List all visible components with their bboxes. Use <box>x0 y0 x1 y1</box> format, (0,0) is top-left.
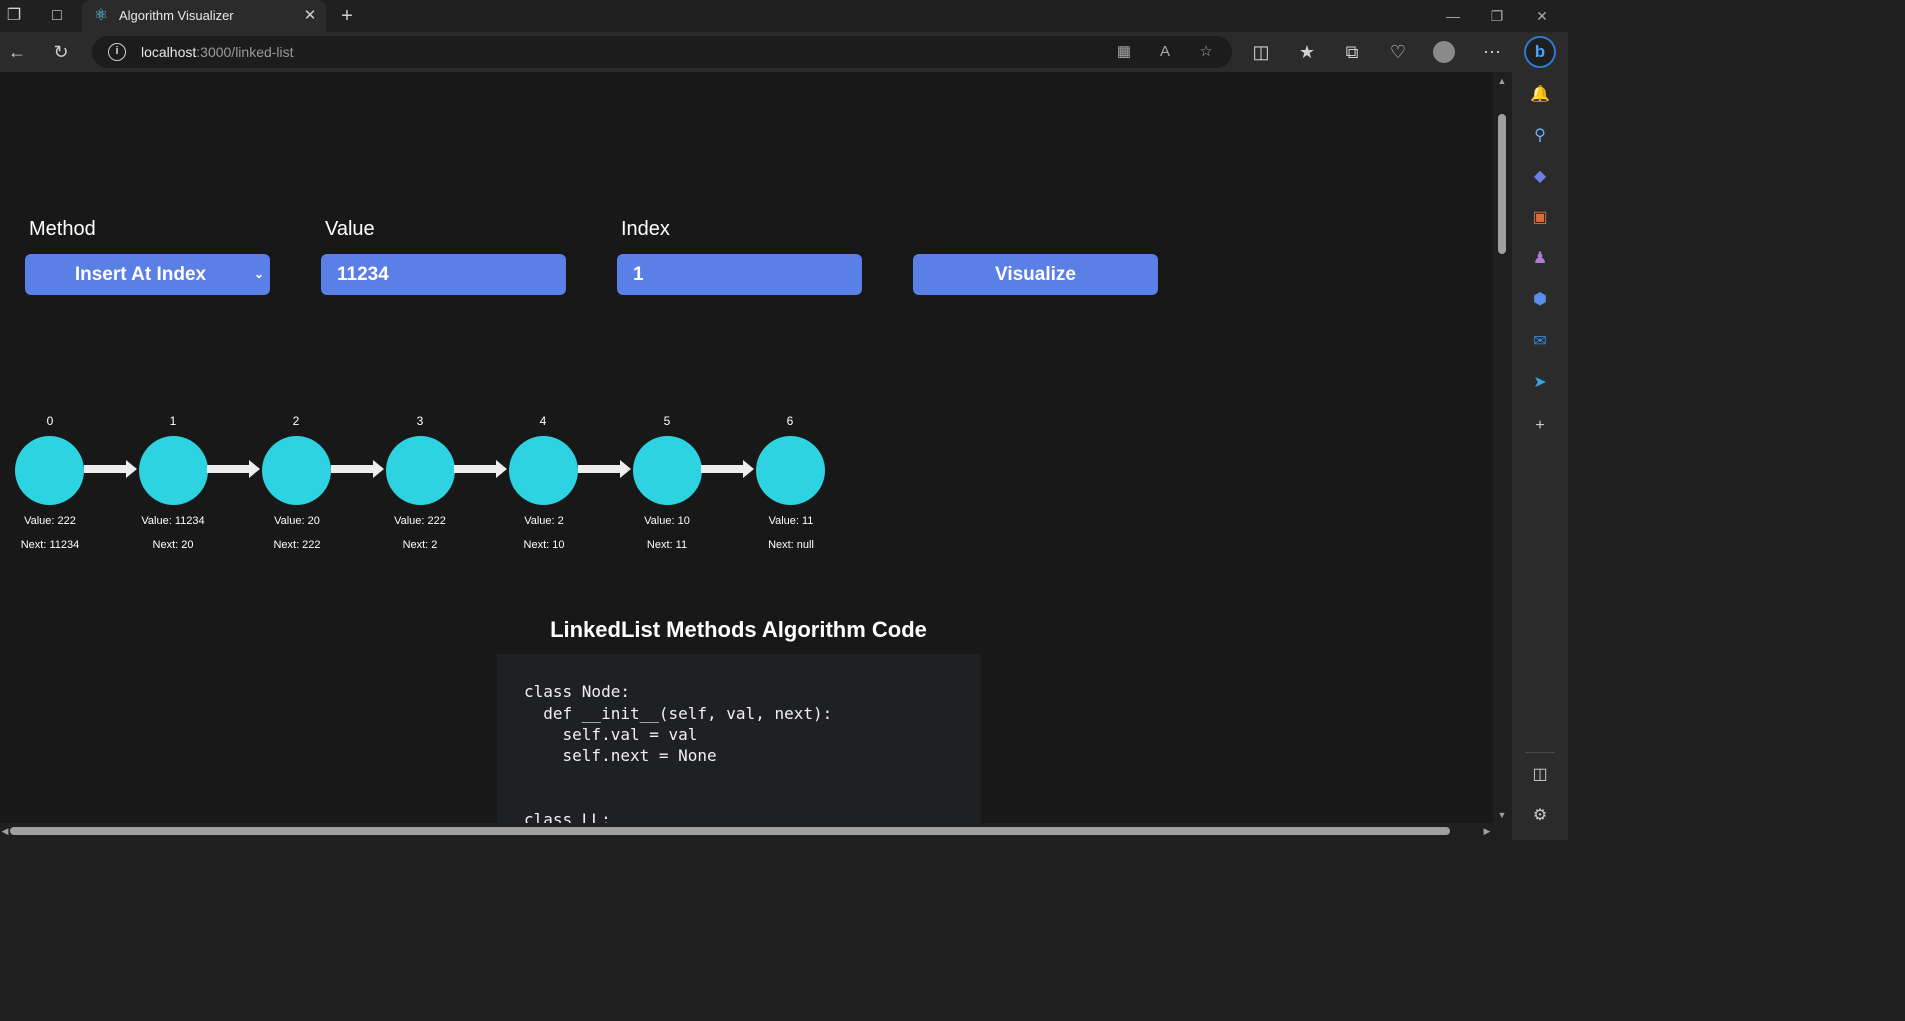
next-arrow-icon <box>578 460 631 478</box>
value-input[interactable]: 11234 <box>321 254 566 295</box>
node-next: Next: 222 <box>273 539 321 551</box>
list-node <box>756 436 825 505</box>
node-value: Value: 2 <box>524 515 564 527</box>
read-aloud-icon[interactable]: A <box>1154 41 1176 63</box>
hide-sidebar-icon[interactable]: ◫ <box>1529 764 1551 786</box>
shopping-tag-icon[interactable]: ◆ <box>1529 166 1551 188</box>
bell-icon[interactable]: 🔔 <box>1529 84 1551 106</box>
tab-title: Algorithm Visualizer <box>119 8 234 23</box>
node-value: Value: 20 <box>274 515 320 527</box>
node-next: Next: 11234 <box>20 539 80 551</box>
next-arrow-icon <box>84 460 137 478</box>
node-next: Next: 2 <box>402 539 438 551</box>
node-index: 3 <box>416 414 424 428</box>
node-value: Value: 222 <box>24 515 76 527</box>
sidebar-divider <box>1525 752 1555 753</box>
refresh-icon[interactable]: ↻ <box>49 40 73 64</box>
address-bar[interactable]: i localhost:3000/linked-list ▦ A ☆ <box>92 36 1232 68</box>
outlook-icon[interactable]: ✉ <box>1529 331 1551 353</box>
node-index: 2 <box>292 414 300 428</box>
horizontal-scroll-thumb[interactable] <box>10 827 1450 835</box>
scroll-right-icon[interactable]: ▶ <box>1482 826 1492 836</box>
microsoft-365-icon[interactable]: ⬢ <box>1529 289 1551 311</box>
close-window-icon[interactable]: ✕ <box>1528 6 1556 26</box>
favorites-icon[interactable]: ★ <box>1295 40 1319 64</box>
next-arrow-icon <box>207 460 260 478</box>
split-screen-icon[interactable]: ◫ <box>1249 40 1273 64</box>
workspaces-icon[interactable]: ❐ <box>4 6 24 26</box>
browser-tabstrip: ❐ □ ⚛ Algorithm Visualizer ✕ + — ❐ ✕ <box>0 0 1568 32</box>
app-available-icon[interactable]: ▦ <box>1113 41 1135 63</box>
tab-algorithm-visualizer[interactable]: ⚛ Algorithm Visualizer ✕ <box>82 0 326 32</box>
react-favicon-icon: ⚛ <box>93 7 109 24</box>
node-next: Next: 11 <box>646 539 688 551</box>
new-tab-button[interactable]: + <box>336 5 358 27</box>
node-value: Value: 11234 <box>141 515 205 527</box>
code-block: class Node: def __init__(self, val, next… <box>497 654 981 823</box>
code-section-title: LinkedList Methods Algorithm Code <box>550 617 927 642</box>
close-tab-icon[interactable]: ✕ <box>300 6 320 26</box>
scroll-left-icon[interactable]: ◀ <box>0 826 10 836</box>
scroll-up-icon[interactable]: ▲ <box>1496 76 1508 86</box>
minimize-icon[interactable]: — <box>1439 6 1467 26</box>
node-value: Value: 10 <box>644 515 690 527</box>
node-index: 6 <box>786 414 794 428</box>
list-node <box>386 436 455 505</box>
copilot-icon[interactable]: b <box>1524 36 1556 68</box>
browser-toolbar: ← ↻ i localhost:3000/linked-list ▦ A ☆ ◫… <box>0 32 1568 72</box>
more-options-icon[interactable]: ⋯ <box>1480 40 1504 64</box>
node-value: Value: 222 <box>394 515 446 527</box>
node-value: Value: 11 <box>768 515 814 527</box>
method-select-value: Insert At Index <box>74 264 207 285</box>
list-node <box>509 436 578 505</box>
scroll-down-icon[interactable]: ▼ <box>1496 810 1508 820</box>
chevron-down-icon: ⌄ <box>253 267 264 281</box>
visualize-button[interactable]: Visualize <box>913 254 1158 295</box>
node-next: Next: null <box>768 539 814 551</box>
code-line: class LL: <box>524 810 611 823</box>
games-icon[interactable]: ♟ <box>1529 248 1551 270</box>
next-arrow-icon <box>331 460 384 478</box>
value-label: Value <box>325 218 375 240</box>
tools-icon[interactable]: ▣ <box>1529 207 1551 229</box>
edge-sidebar: 🔔 ⚲ ◆ ▣ ♟ ⬢ ✉ ➤ + ◫ ⚙ <box>1512 72 1568 840</box>
next-arrow-icon <box>454 460 507 478</box>
back-icon[interactable]: ← <box>5 40 29 64</box>
node-index: 5 <box>663 414 671 428</box>
index-label: Index <box>621 218 670 240</box>
drop-icon[interactable]: ➤ <box>1529 372 1551 394</box>
url-text[interactable]: localhost:3000/linked-list <box>141 44 294 60</box>
restore-icon[interactable]: ❐ <box>1483 6 1511 26</box>
node-next: Next: 20 <box>152 539 194 551</box>
node-index: 4 <box>539 414 547 428</box>
node-index: 1 <box>169 414 177 428</box>
site-info-icon[interactable]: i <box>108 43 126 61</box>
node-next: Next: 10 <box>523 539 565 551</box>
node-index: 0 <box>46 414 54 428</box>
collections-icon[interactable]: ⧉ <box>1340 40 1364 64</box>
code-line: def __init__(self, val, next): <box>524 704 833 723</box>
code-line: self.val = val <box>524 725 698 744</box>
code-line: class Node: <box>524 682 630 701</box>
horizontal-scrollbar[interactable]: ◀ ▶ <box>0 823 1512 840</box>
list-node <box>139 436 208 505</box>
vertical-scroll-thumb[interactable] <box>1498 114 1506 254</box>
browser-essentials-icon[interactable]: ♡ <box>1386 40 1410 64</box>
favorite-star-icon[interactable]: ☆ <box>1195 41 1217 63</box>
list-node <box>262 436 331 505</box>
index-input[interactable]: 1 <box>617 254 862 295</box>
page-viewport: Method Insert At Index ⌄ Value 11234 Ind… <box>0 72 1493 823</box>
settings-gear-icon[interactable]: ⚙ <box>1529 805 1551 827</box>
search-icon[interactable]: ⚲ <box>1529 125 1551 147</box>
code-line: self.next = None <box>524 746 717 765</box>
vertical-scrollbar[interactable]: ▲ ▼ <box>1493 72 1512 823</box>
add-sidebar-app-icon[interactable]: + <box>1529 415 1551 437</box>
method-select[interactable]: Insert At Index ⌄ <box>25 254 270 295</box>
next-arrow-icon <box>701 460 754 478</box>
profile-avatar[interactable] <box>1433 41 1455 63</box>
tab-actions-icon[interactable]: □ <box>47 6 67 26</box>
method-label: Method <box>29 218 96 240</box>
list-node <box>15 436 84 505</box>
list-node <box>633 436 702 505</box>
